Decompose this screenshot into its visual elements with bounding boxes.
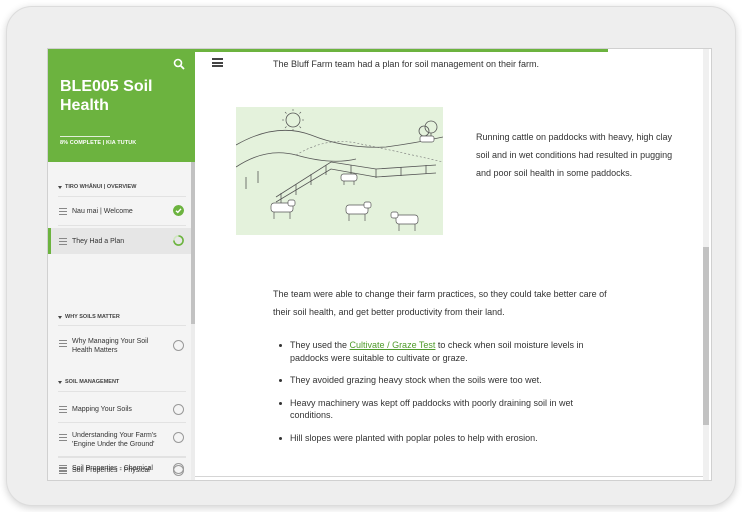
empty-circle-icon <box>173 340 184 351</box>
lesson-item-mapping-your-soils[interactable]: Mapping Your Soils <box>48 398 191 420</box>
course-progress: 8% COMPLETE | KIA TUTUK <box>60 140 137 146</box>
sidebar: BLE005 Soil Health 8% COMPLETE | KIA TUT… <box>48 49 195 480</box>
lesson-label: Mapping Your Soils <box>72 406 132 413</box>
lesson-item-engine-under-ground[interactable]: Understanding Your Farm's 'Engine Under … <box>48 426 191 454</box>
section-label: TIRO WHĀNUI | OVERVIEW <box>65 184 137 190</box>
lesson-list: TIRO WHĀNUI | OVERVIEW Nau mai | Welcome… <box>48 162 191 480</box>
course-title: BLE005 Soil Health <box>60 78 153 114</box>
bottom-divider <box>195 476 703 480</box>
list-item: Heavy machinery was kept off paddocks wi… <box>273 397 618 422</box>
lesson-label: Nau mai | Welcome <box>72 208 133 215</box>
lesson-progress-bar <box>195 49 608 52</box>
divider <box>58 457 186 458</box>
divider <box>58 391 186 392</box>
app-screen: BLE005 Soil Health 8% COMPLETE | KIA TUT… <box>47 48 712 481</box>
caret-down-icon <box>58 185 62 189</box>
lesson-content: The Bluff Farm team had a plan for soil … <box>195 49 711 480</box>
list-item: They used the Cultivate / Graze Test to … <box>273 339 618 364</box>
empty-circle-icon <box>173 432 184 443</box>
section-header-why-soils-matter[interactable]: WHY SOILS MATTER <box>58 307 120 327</box>
tablet-frame: BLE005 Soil Health 8% COMPLETE | KIA TUT… <box>6 6 736 506</box>
cultivate-graze-test-link[interactable]: Cultivate / Graze Test <box>350 340 436 350</box>
course-header: BLE005 Soil Health 8% COMPLETE | KIA TUT… <box>48 49 195 162</box>
lesson-lines-icon <box>59 340 67 347</box>
hamburger-icon[interactable] <box>212 58 223 67</box>
practices-list: They used the Cultivate / Graze Test to … <box>273 339 618 454</box>
lesson-lines-icon <box>59 465 67 472</box>
divider <box>58 225 186 226</box>
content-scrollbar-thumb[interactable] <box>703 247 709 425</box>
illustration-caption: Running cattle on paddocks with heavy, h… <box>476 132 673 178</box>
section-label: SOIL MANAGEMENT <box>65 379 120 385</box>
check-circle-icon <box>173 205 184 216</box>
empty-circle-icon <box>173 404 184 415</box>
lesson-item-welcome[interactable]: Nau mai | Welcome <box>48 199 191 223</box>
empty-circle-icon <box>173 463 184 474</box>
divider <box>58 325 186 326</box>
lesson-lines-icon <box>59 208 67 215</box>
farm-illustration <box>236 107 443 235</box>
lesson-lines-icon <box>59 434 67 441</box>
section-header-overview[interactable]: TIRO WHĀNUI | OVERVIEW <box>58 177 136 197</box>
lesson-lines-icon <box>59 238 67 245</box>
lesson-lines-icon <box>59 406 67 413</box>
section-label: WHY SOILS MATTER <box>65 314 120 320</box>
lesson-label: Soil Properties - Chemical <box>72 465 153 472</box>
practices-paragraph: The team were able to change their farm … <box>273 289 607 317</box>
lesson-item-why-managing[interactable]: Why Managing Your Soil Health Matters <box>48 332 191 360</box>
divider <box>58 422 186 423</box>
list-item: They avoided grazing heavy stock when th… <box>273 374 618 387</box>
search-icon[interactable] <box>173 58 185 70</box>
section-header-soil-management[interactable]: SOIL MANAGEMENT <box>58 372 119 392</box>
lesson-label: They Had a Plan <box>72 238 125 245</box>
progress-line <box>60 136 110 137</box>
divider <box>58 456 186 457</box>
lesson-item-soil-properties-chemical[interactable]: Soil Properties - Chemical <box>48 456 191 480</box>
caret-down-icon <box>58 380 62 384</box>
lesson-label: Understanding Your Farm's 'Engine Under … <box>72 432 157 448</box>
lesson-label: Why Managing Your Soil Health Matters <box>72 338 149 354</box>
partial-circle-icon <box>173 235 184 246</box>
list-item: Hill slopes were planted with poplar pol… <box>273 432 618 445</box>
caret-down-icon <box>58 315 62 319</box>
intro-text: The Bluff Farm team had a plan for soil … <box>273 59 539 69</box>
lesson-item-they-had-a-plan[interactable]: They Had a Plan <box>48 228 191 254</box>
divider <box>58 196 186 197</box>
